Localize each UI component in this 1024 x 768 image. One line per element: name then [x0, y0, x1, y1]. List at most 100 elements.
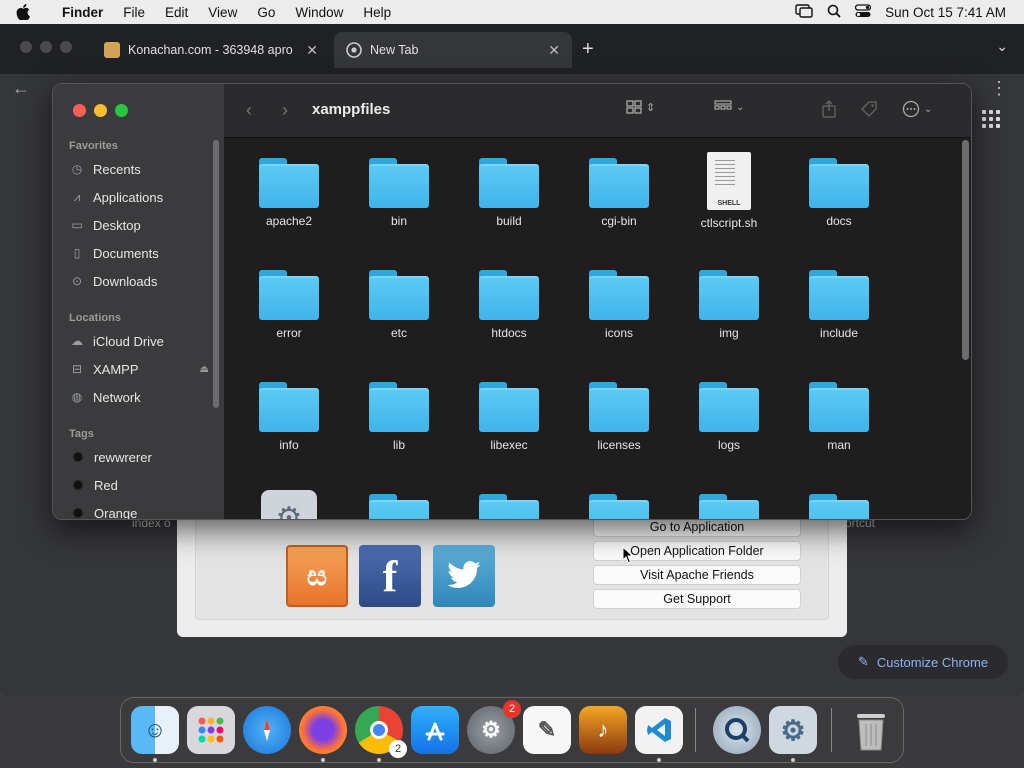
eject-icon[interactable]: ⏏	[200, 364, 209, 375]
file-item-img[interactable]: img	[679, 270, 779, 340]
file-item-label: docs	[826, 214, 852, 228]
tab-konachan[interactable]: Konachan.com - 363948 apro ✕	[92, 32, 330, 68]
sidebar-item-recents[interactable]: ◷ Recents	[69, 158, 209, 180]
sidebar-item-icloud-drive[interactable]: ☁ iCloud Drive	[69, 330, 209, 352]
dock-firefox-icon[interactable]	[299, 706, 347, 762]
google-apps-icon[interactable]	[982, 110, 1000, 128]
file-item-info[interactable]: info	[239, 382, 339, 452]
finder-close-button[interactable]	[73, 104, 86, 117]
dock-system-settings-icon[interactable]: ⚙ 2	[467, 700, 521, 754]
tab-search-chevron-icon[interactable]: ⌄	[996, 38, 1008, 55]
menu-window[interactable]: Window	[285, 5, 353, 20]
file-item-apache2[interactable]: apache2	[239, 158, 339, 228]
back-arrow-icon[interactable]: ←	[12, 78, 30, 99]
file-item-docs[interactable]: docs	[789, 158, 889, 228]
file-item-man[interactable]: man	[789, 382, 889, 452]
file-item-etc[interactable]: etc	[349, 270, 449, 340]
twitter-logo-icon[interactable]	[433, 545, 495, 607]
xampp-logo-icon[interactable]: ස	[286, 545, 348, 607]
tab-close-icon[interactable]: ✕	[548, 42, 560, 59]
window-minimize-button[interactable]	[40, 41, 52, 53]
share-icon[interactable]	[822, 100, 836, 118]
dock-finder-icon[interactable]: ☺	[131, 706, 179, 762]
file-item-logs[interactable]: logs	[679, 382, 779, 452]
dock-quicktime-icon[interactable]	[713, 706, 761, 754]
tab-close-icon[interactable]: ✕	[306, 42, 318, 59]
file-item-bin[interactable]: bin	[349, 158, 449, 228]
sidebar-scrollbar[interactable]	[213, 140, 219, 408]
tag-icon[interactable]	[860, 100, 878, 118]
dock-trash-icon[interactable]	[847, 706, 895, 754]
sidebar-item-desktop[interactable]: ▭ Desktop	[69, 214, 209, 236]
dock-vscode-icon[interactable]	[635, 706, 683, 762]
sidebar-tag-red[interactable]: Red	[69, 474, 209, 496]
sidebar-item-downloads[interactable]: ⊙ Downloads	[69, 270, 209, 292]
window-zoom-button[interactable]	[60, 41, 72, 53]
file-item-icons[interactable]: icons	[569, 270, 669, 340]
file-item-partial[interactable]	[459, 494, 559, 519]
dock-garageband-icon[interactable]: ♪	[579, 706, 627, 754]
control-center-icon[interactable]	[855, 3, 872, 21]
facebook-logo-icon[interactable]: f	[359, 545, 421, 607]
chrome-menu-icon[interactable]: ⋮	[990, 78, 1008, 99]
file-item-partial[interactable]	[349, 494, 449, 519]
spotlight-search-icon[interactable]	[827, 4, 841, 21]
sidebar-tag-orange[interactable]: Orange	[69, 502, 209, 519]
file-item-libexec[interactable]: libexec	[459, 382, 559, 452]
folder-icon	[699, 382, 759, 432]
new-tab-plus-icon[interactable]: +	[582, 38, 594, 61]
folder-icon	[369, 158, 429, 208]
more-actions-icon[interactable]: ⌄	[902, 100, 932, 118]
view-icon-grid-icon[interactable]: ⇕	[626, 100, 655, 114]
group-by-icon[interactable]: ⌄	[714, 100, 744, 114]
dock-textedit-icon[interactable]: ✎	[523, 706, 571, 754]
file-item-partial[interactable]	[789, 494, 889, 519]
menu-help[interactable]: Help	[353, 5, 401, 20]
chrome-profile-badge: 2	[389, 740, 407, 758]
customize-chrome-button[interactable]: ✎ Customize Chrome	[838, 645, 1008, 679]
file-item-partial[interactable]	[569, 494, 669, 519]
dock-chrome-icon[interactable]: 2	[355, 706, 407, 762]
file-item-label: cgi-bin	[601, 214, 637, 228]
file-item-htdocs[interactable]: htdocs	[459, 270, 559, 340]
file-item-error[interactable]: error	[239, 270, 339, 340]
dock: ☺ 2 ⚙ 2 ✎ ♪ ⚙	[120, 697, 904, 763]
sidebar-item-label: XAMPP	[93, 361, 139, 377]
finder-minimize-button[interactable]	[94, 104, 107, 117]
get-support-button[interactable]: Get Support	[593, 589, 801, 609]
dock-app-store-icon[interactable]	[411, 706, 459, 754]
menu-file[interactable]: File	[113, 5, 155, 20]
tab-new-tab[interactable]: New Tab ✕	[334, 32, 572, 68]
forward-chevron-icon[interactable]: ›	[282, 100, 288, 121]
folder-icon	[479, 494, 539, 519]
dock-launchpad-icon[interactable]	[187, 706, 235, 754]
sidebar-item-xampp[interactable]: ⊟ XAMPP ⏏	[69, 358, 209, 380]
content-scrollbar[interactable]	[962, 140, 969, 360]
file-item-cgi-bin[interactable]: cgi-bin	[569, 158, 669, 228]
file-item-build[interactable]: build	[459, 158, 559, 228]
file-item-include[interactable]: include	[789, 270, 889, 340]
dock-safari-icon[interactable]	[243, 706, 291, 754]
menu-go[interactable]: Go	[247, 5, 285, 20]
sidebar-item-documents[interactable]: ▯ Documents	[69, 242, 209, 264]
screen-mirroring-icon[interactable]	[795, 3, 813, 21]
back-chevron-icon[interactable]: ‹	[246, 100, 252, 121]
window-close-button[interactable]	[20, 41, 32, 53]
sidebar-item-applications[interactable]: ⩘ Applications	[69, 186, 209, 208]
menu-edit[interactable]: Edit	[155, 5, 198, 20]
menu-view[interactable]: View	[198, 5, 247, 20]
finder-zoom-button[interactable]	[115, 104, 128, 117]
folder-icon	[589, 158, 649, 208]
apple-logo-icon[interactable]	[16, 4, 40, 20]
file-item-licenses[interactable]: licenses	[569, 382, 669, 452]
file-item-partial[interactable]: ⚙	[239, 490, 339, 519]
menu-clock[interactable]: Sun Oct 15 7:41 AM	[885, 5, 1006, 20]
menu-app-name[interactable]: Finder	[52, 5, 113, 20]
sidebar-item-network[interactable]: ◍ Network	[69, 386, 209, 408]
dock-xampp-manager-icon[interactable]: ⚙	[769, 706, 817, 762]
file-item-ctlscript[interactable]: SHELL ctlscript.sh	[679, 152, 779, 230]
file-item-lib[interactable]: lib	[349, 382, 449, 452]
file-item-partial[interactable]	[679, 494, 779, 519]
go-to-application-button[interactable]: Go to Application	[593, 517, 801, 537]
sidebar-tag-rewwrerer[interactable]: rewwrerer	[69, 446, 209, 468]
